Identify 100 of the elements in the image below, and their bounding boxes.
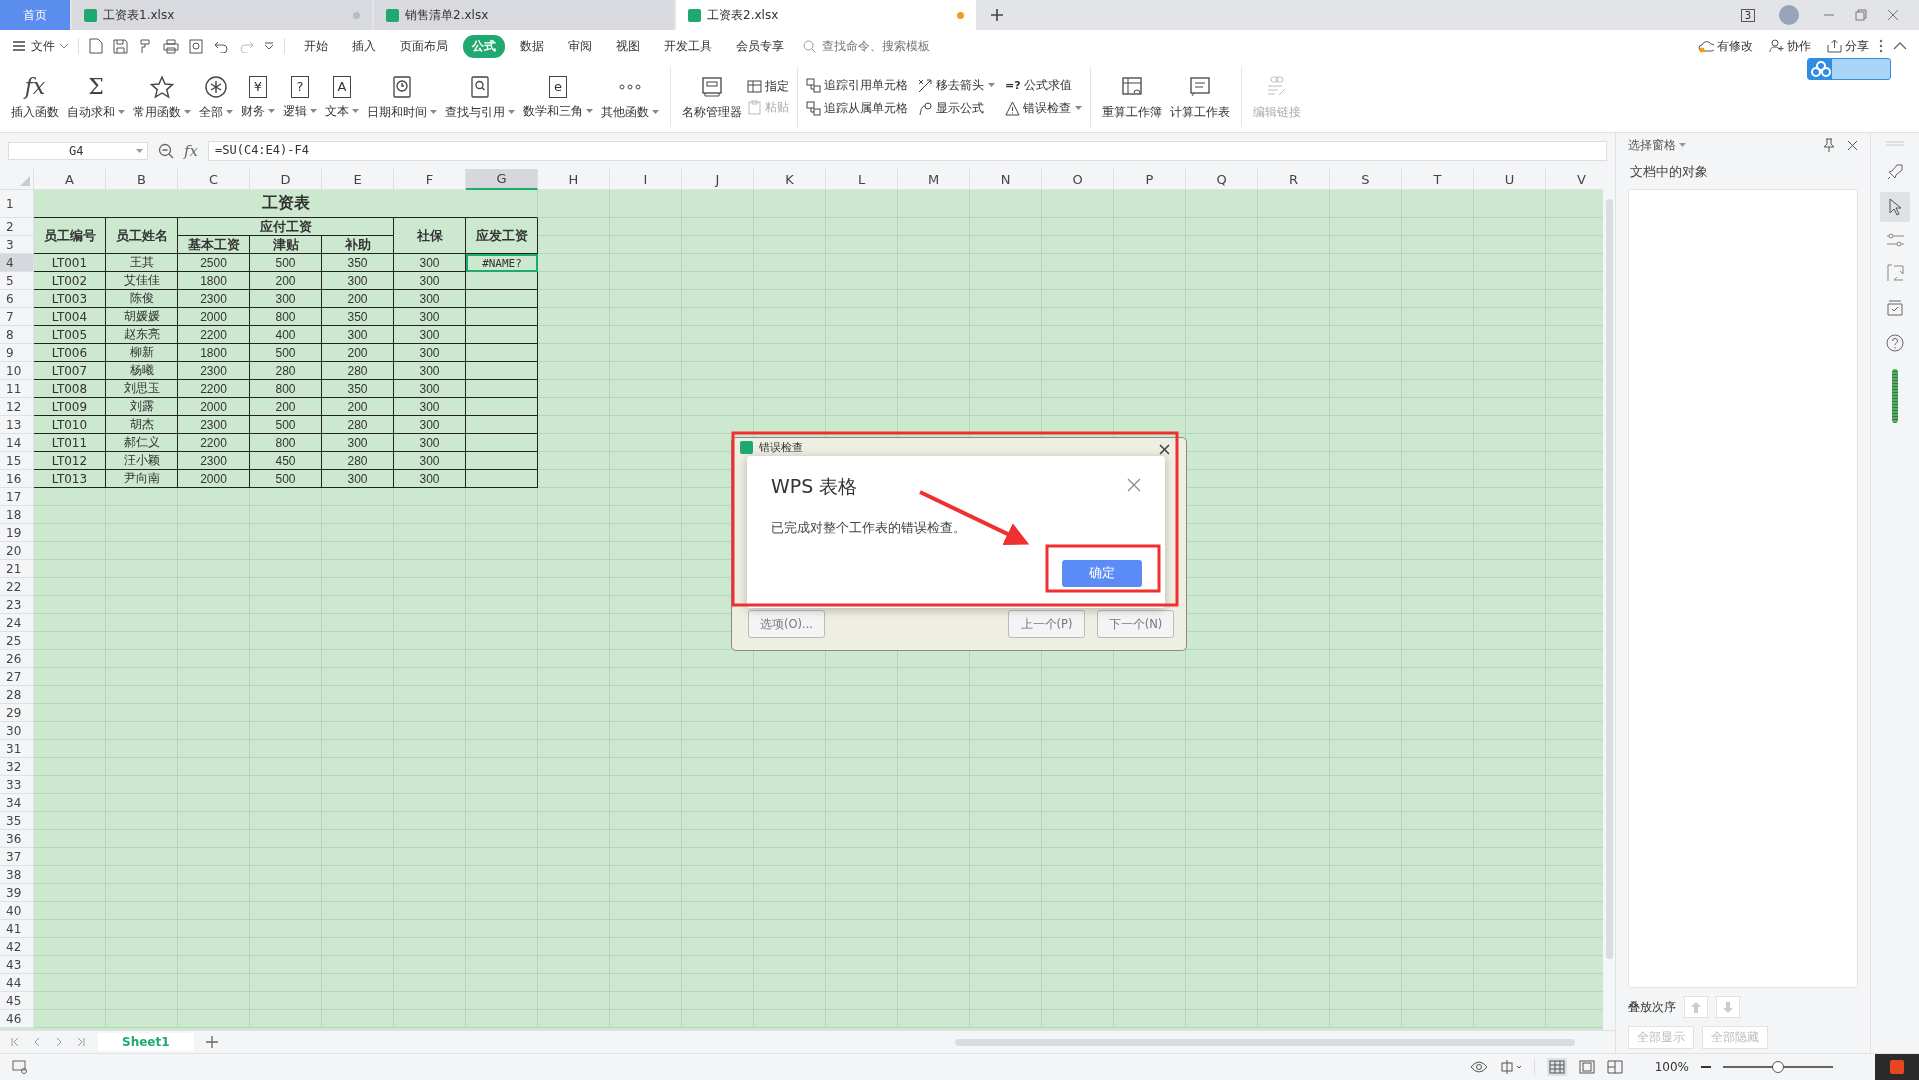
row-header[interactable]: 38 [0,866,34,884]
ribbon-button[interactable]: fx 插入函数 [8,72,62,122]
ribbon-button[interactable]: e 数学和三角 [520,73,596,121]
new-file-icon[interactable] [89,38,103,54]
rocket-icon[interactable] [1886,163,1904,181]
row-header[interactable]: 34 [0,794,34,812]
column-header[interactable]: R [1258,169,1330,190]
row-header[interactable]: 4 [0,254,34,272]
previous-sheet-icon[interactable] [32,1037,42,1047]
ribbon-button[interactable]: 查找与引用 [442,72,518,122]
row-header[interactable]: 42 [0,938,34,956]
collapse-icon[interactable] [1893,42,1907,50]
command-search-field[interactable]: 查找命令、搜索模板 [803,38,974,54]
dialog-button[interactable]: 选项(O)... [748,610,825,638]
column-header[interactable]: Q [1186,169,1258,190]
ribbon-button[interactable]: =? 公式求值 [1005,78,1082,93]
close-icon[interactable] [1159,444,1170,455]
ribbon-button[interactable]: 移去箭头 [918,78,995,93]
row-header[interactable]: 3 [0,236,34,254]
dialog-button[interactable]: 上一个(P) [1008,610,1085,638]
row-header[interactable]: 39 [0,884,34,902]
pane-title[interactable]: 选择窗格 [1628,137,1686,153]
column-header[interactable]: K [754,169,826,190]
row-header[interactable]: 15 [0,452,34,470]
eye-icon[interactable] [1469,1061,1488,1073]
ribbon-tab[interactable]: 数据 [511,34,553,58]
crosshair-icon[interactable] [1499,1060,1522,1074]
zoom-icon[interactable] [158,143,174,159]
window-count[interactable]: 3 [1740,8,1755,22]
row-header[interactable]: 33 [0,776,34,794]
column-header[interactable]: L [826,169,898,190]
row-header[interactable]: 32 [0,758,34,776]
row-header[interactable]: 17 [0,488,34,506]
ribbon-button[interactable]: 追踪从属单元格 [806,101,908,116]
close-icon[interactable] [1847,139,1858,151]
insert-function-icon[interactable]: fx [184,142,198,160]
row-header[interactable]: 29 [0,704,34,722]
document-tab[interactable]: 销售清单2.xlsx [374,0,674,30]
column-header[interactable]: M [898,169,970,190]
row-header[interactable]: 37 [0,848,34,866]
normal-view-button[interactable] [1546,1058,1567,1076]
ribbon-button[interactable]: 常用函数 [130,72,194,122]
row-header[interactable]: 8 [0,326,34,344]
row-header[interactable]: 14 [0,434,34,452]
row-header[interactable]: 19 [0,524,34,542]
last-sheet-icon[interactable] [76,1037,86,1047]
help-icon[interactable] [1886,334,1904,352]
share-button[interactable]: 分享 [1827,37,1869,55]
document-tab[interactable]: 工资表1.xlsx [72,0,372,30]
row-header[interactable]: 11 [0,380,34,398]
ribbon-tab[interactable]: 页面布局 [391,34,457,58]
row-header[interactable]: 44 [0,974,34,992]
row-header[interactable]: 10 [0,362,34,380]
row-header[interactable]: 2 [0,218,34,236]
ribbon-button[interactable]: 显示公式 [918,101,995,116]
row-header[interactable]: 43 [0,956,34,974]
ribbon-button[interactable]: 名称管理器 [679,72,745,122]
document-tab[interactable]: 工资表2.xlsx [676,0,976,30]
row-header[interactable]: 26 [0,650,34,668]
save-icon[interactable] [113,38,128,54]
column-header[interactable]: J [682,169,754,190]
new-tab-icon[interactable] [990,8,1004,22]
swap-icon[interactable] [1886,264,1904,282]
ribbon-tab[interactable]: 审阅 [559,34,601,58]
row-header[interactable]: 23 [0,596,34,614]
column-header[interactable]: F [394,169,466,190]
more-icon[interactable] [1879,39,1883,53]
column-header[interactable]: U [1474,169,1546,190]
print-icon[interactable] [163,38,179,54]
row-header[interactable]: 16 [0,470,34,488]
row-header[interactable]: 24 [0,614,34,632]
row-header[interactable]: 45 [0,992,34,1010]
row-header[interactable]: 13 [0,416,34,434]
column-header[interactable]: S [1330,169,1402,190]
column-header[interactable]: E [322,169,394,190]
ribbon-button[interactable]: ¥ 财务 [238,73,278,121]
ribbon-button[interactable]: 日期和时间 [364,72,440,122]
column-header[interactable]: A [34,169,106,190]
format-painter-icon[interactable] [138,38,153,54]
page-layout-icon[interactable] [1578,1060,1595,1074]
cloud-upload-button[interactable] [1807,58,1891,80]
ribbon-button[interactable]: 错误检查 [1005,101,1082,116]
sliders-icon[interactable] [1886,233,1904,247]
row-header[interactable]: 18 [0,506,34,524]
row-header[interactable]: 20 [0,542,34,560]
column-header[interactable]: C [178,169,250,190]
row-header[interactable]: 21 [0,560,34,578]
row-header[interactable]: 22 [0,578,34,596]
row-header[interactable]: 28 [0,686,34,704]
name-box[interactable]: G4 [8,142,148,160]
add-sheet-icon[interactable] [205,1036,218,1048]
ribbon-tab[interactable]: 插入 [343,34,385,58]
column-header[interactable]: D [250,169,322,190]
column-header[interactable]: V [1546,169,1603,190]
row-header[interactable]: 7 [0,308,34,326]
row-header[interactable]: 27 [0,668,34,686]
inbox-icon[interactable] [1886,299,1904,317]
pin-icon[interactable] [1823,138,1835,152]
row-header[interactable]: 36 [0,830,34,848]
ribbon-button[interactable]: ? 逻辑 [280,73,320,121]
